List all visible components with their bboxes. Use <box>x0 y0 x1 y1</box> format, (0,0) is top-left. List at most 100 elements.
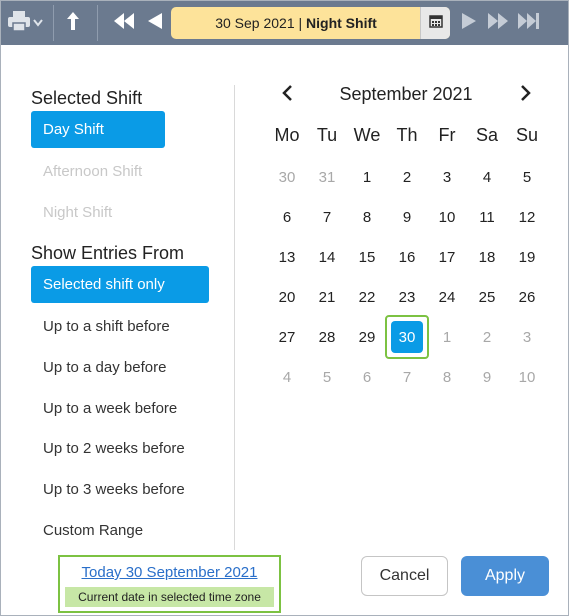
calendar-day[interactable]: 8 <box>347 197 387 237</box>
previous-month-button[interactable] <box>277 84 297 105</box>
day-number: 12 <box>518 208 536 226</box>
entries-option-shift-before[interactable]: Up to a shift before <box>31 308 209 345</box>
apply-button[interactable]: Apply <box>461 556 549 596</box>
calendar-button[interactable] <box>420 7 450 39</box>
day-number: 29 <box>358 328 376 346</box>
calendar-day[interactable]: 25 <box>467 277 507 317</box>
day-number: 15 <box>358 248 376 266</box>
calendar-day[interactable]: 26 <box>507 277 547 317</box>
calendar-day-other-month[interactable]: 4 <box>267 357 307 397</box>
day-number: 8 <box>362 208 372 226</box>
calendar-day[interactable]: 14 <box>307 237 347 277</box>
day-number: 10 <box>438 208 456 226</box>
calendar-day[interactable]: 28 <box>307 317 347 357</box>
calendar-day[interactable]: 18 <box>467 237 507 277</box>
selected-date-display[interactable]: 30 Sep 2021 | Night Shift <box>171 7 450 39</box>
calendar-day-other-month[interactable]: 3 <box>507 317 547 357</box>
calendar-day[interactable]: 12 <box>507 197 547 237</box>
weekday-header: Fr <box>438 125 456 145</box>
entries-option-week-before[interactable]: Up to a week before <box>31 390 209 427</box>
calendar-day[interactable]: 27 <box>267 317 307 357</box>
calendar-day[interactable]: 10 <box>427 197 467 237</box>
calendar-day[interactable]: 23 <box>387 277 427 317</box>
calendar-day-other-month[interactable]: 1 <box>427 317 467 357</box>
next-button[interactable] <box>457 1 481 45</box>
next-icon <box>461 12 477 35</box>
skip-to-end-icon <box>517 12 541 35</box>
entries-option-2-weeks-before[interactable]: Up to 2 weeks before <box>31 430 209 467</box>
print-menu-button[interactable] <box>5 1 45 45</box>
day-number: 21 <box>318 288 336 306</box>
next-month-button[interactable] <box>516 84 536 106</box>
calendar-day-other-month[interactable]: 9 <box>467 357 507 397</box>
day-number: 31 <box>318 168 336 186</box>
weekday-header: Su <box>515 125 539 145</box>
calendar-day[interactable]: 2 <box>387 157 427 197</box>
weekday-header: Th <box>396 125 418 145</box>
fast-rewind-icon <box>113 12 135 35</box>
show-entries-title: Show Entries From <box>31 243 185 263</box>
entries-option-day-before[interactable]: Up to a day before <box>31 349 209 386</box>
day-number: 13 <box>278 248 296 266</box>
dropdown-chevron-icon <box>33 14 43 32</box>
day-number: 24 <box>438 288 456 306</box>
calendar-day-other-month[interactable]: 10 <box>507 357 547 397</box>
calendar-day[interactable]: 9 <box>387 197 427 237</box>
cancel-button[interactable]: Cancel <box>361 556 448 596</box>
calendar-icon <box>428 14 443 33</box>
calendar-day[interactable]: 6 <box>267 197 307 237</box>
calendar-day-other-month[interactable]: 31 <box>307 157 347 197</box>
previous-icon <box>147 12 163 35</box>
entries-option-custom-range[interactable]: Custom Range <box>31 512 209 549</box>
fast-forward-button[interactable] <box>485 1 511 45</box>
day-number: 14 <box>318 248 336 266</box>
calendar-day[interactable]: 15 <box>347 237 387 277</box>
calendar-day[interactable]: 3 <box>427 157 467 197</box>
calendar-day-other-month[interactable]: 8 <box>427 357 467 397</box>
day-number: 30 <box>398 328 416 346</box>
calendar-day[interactable]: 19 <box>507 237 547 277</box>
day-number: 1 <box>442 328 452 346</box>
day-number: 4 <box>482 168 492 186</box>
calendar-day[interactable]: 4 <box>467 157 507 197</box>
day-number: 8 <box>442 368 452 386</box>
calendar-day[interactable]: 24 <box>427 277 467 317</box>
day-number: 25 <box>478 288 496 306</box>
entries-option-selected-shift-only[interactable]: Selected shift only <box>31 266 209 303</box>
calendar-day[interactable]: 11 <box>467 197 507 237</box>
calendar-day[interactable]: 7 <box>307 197 347 237</box>
day-number: 9 <box>482 368 492 386</box>
calendar-day[interactable]: 21 <box>307 277 347 317</box>
weekday-header: Tu <box>316 125 338 145</box>
calendar-day[interactable]: 1 <box>347 157 387 197</box>
shift-option-day[interactable]: Day Shift <box>31 111 165 148</box>
calendar-day[interactable]: 22 <box>347 277 387 317</box>
shift-value: Night Shift <box>306 15 377 31</box>
chevron-right-icon <box>520 84 532 106</box>
shift-option-afternoon: Afternoon Shift <box>43 163 143 180</box>
weekday-header: Sa <box>475 125 499 145</box>
calendar-day-other-month[interactable]: 30 <box>267 157 307 197</box>
fast-rewind-button[interactable] <box>111 1 137 45</box>
entries-option-3-weeks-before[interactable]: Up to 3 weeks before <box>31 471 209 508</box>
calendar-day[interactable]: 20 <box>267 277 307 317</box>
skip-to-end-button[interactable] <box>515 1 543 45</box>
upload-button[interactable] <box>59 1 87 45</box>
calendar-day-other-month[interactable]: 6 <box>347 357 387 397</box>
toolbar-separator <box>97 5 98 41</box>
calendar-day-other-month[interactable]: 5 <box>307 357 347 397</box>
day-number: 1 <box>362 168 372 186</box>
today-box: Today 30 September 2021 Current date in … <box>58 555 281 613</box>
calendar-day[interactable]: 13 <box>267 237 307 277</box>
selected-shift-title: Selected Shift <box>31 88 143 108</box>
calendar-day[interactable]: 29 <box>347 317 387 357</box>
weekday-header: We <box>353 125 381 145</box>
today-link[interactable]: Today 30 September 2021 <box>60 564 279 581</box>
previous-button[interactable] <box>143 1 167 45</box>
calendar-day[interactable]: 17 <box>427 237 467 277</box>
calendar-day-other-month[interactable]: 2 <box>467 317 507 357</box>
calendar-day[interactable]: 5 <box>507 157 547 197</box>
calendar-day[interactable]: 16 <box>387 237 427 277</box>
calendar-day-selected[interactable]: 30 <box>385 315 429 359</box>
calendar-day-other-month[interactable]: 7 <box>387 357 427 397</box>
